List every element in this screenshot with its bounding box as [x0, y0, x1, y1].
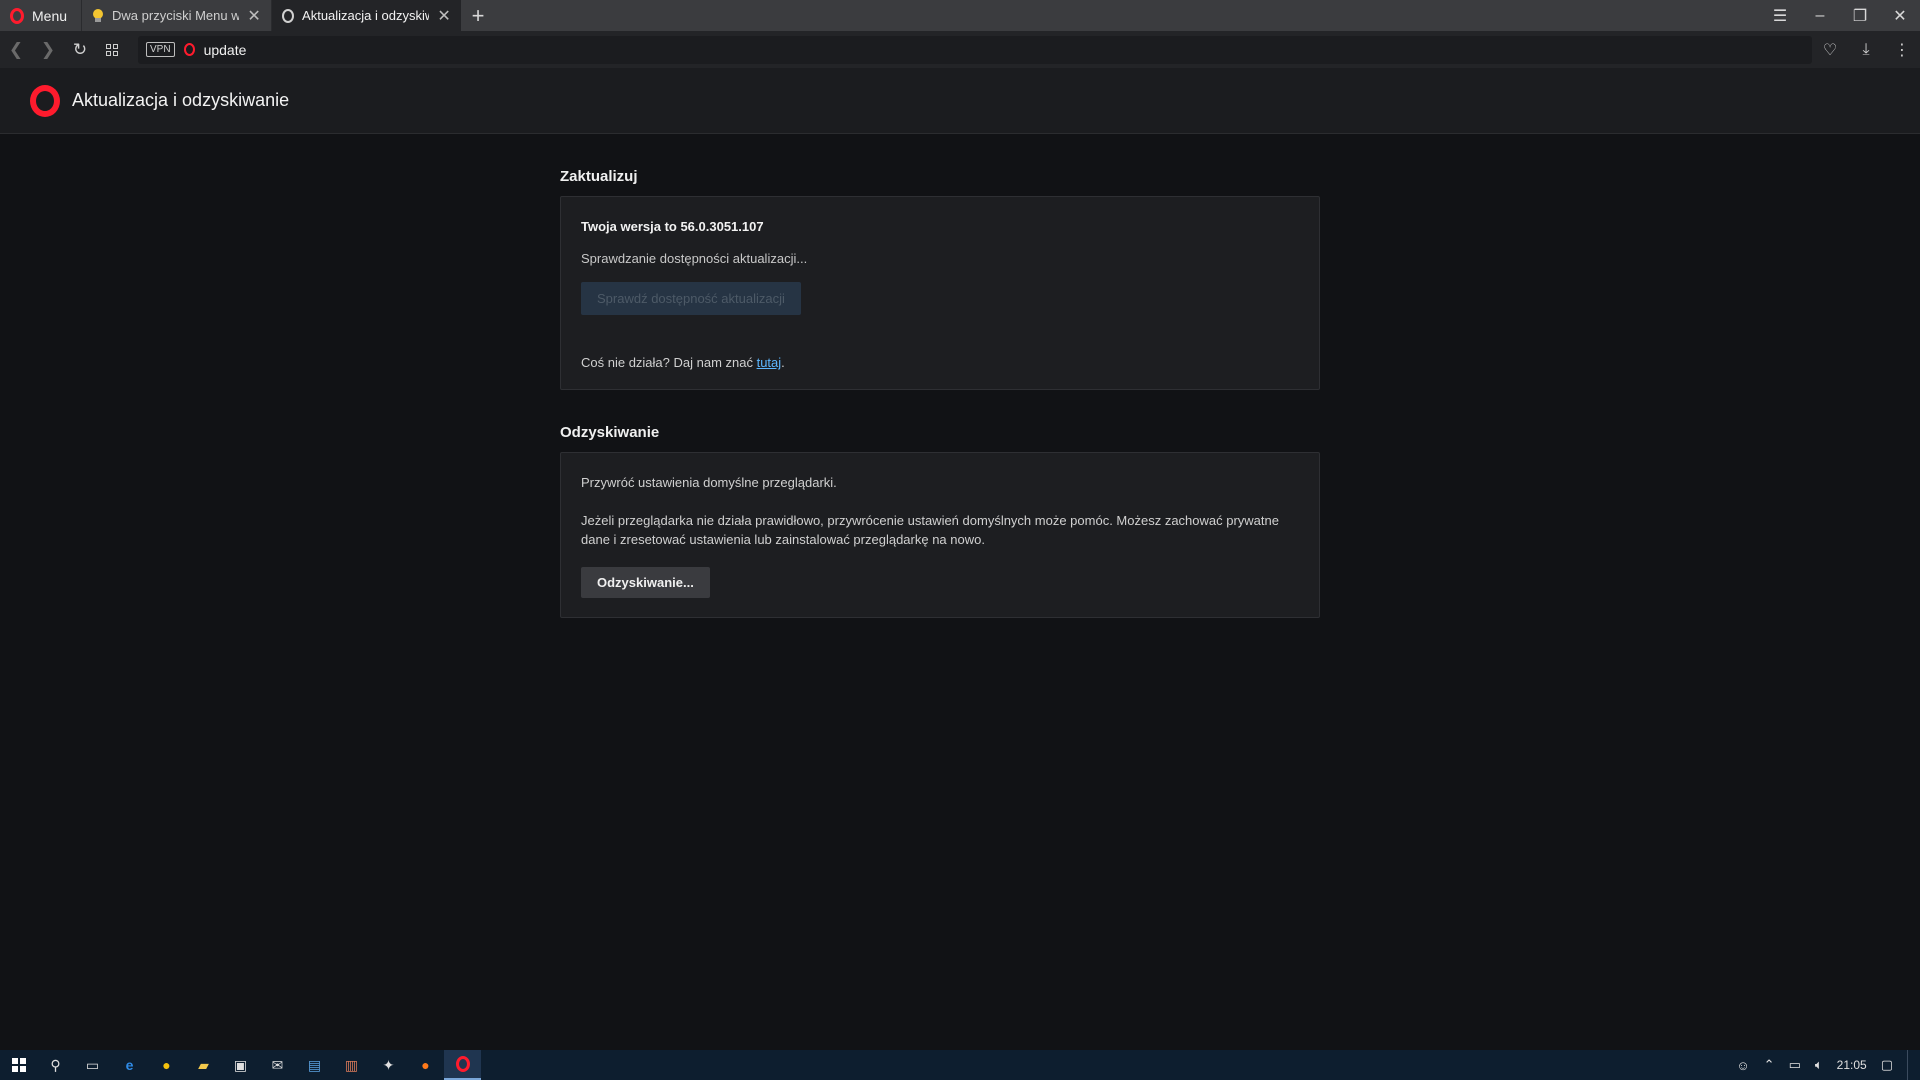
opera-menu-button[interactable]: Menu	[0, 0, 81, 31]
volume-icon[interactable]: 🔈︎	[1815, 1057, 1823, 1073]
show-desktop-button[interactable]	[1907, 1050, 1912, 1080]
bulb-icon	[92, 8, 104, 23]
feedback-suffix: .	[781, 355, 785, 370]
opera-logo-icon	[30, 84, 60, 117]
feedback-prefix: Coś nie działa? Daj nam znać	[581, 355, 757, 370]
recovery-description: Jeżeli przeglądarka nie działa prawidłow…	[581, 513, 1279, 547]
heart-icon[interactable]: ♡	[1812, 40, 1848, 60]
tab-strip: Menu Dwa przyciski Menu w prz ✕ Aktualiz…	[0, 0, 1920, 31]
page-title: Aktualizacja i odzyskiwanie	[72, 90, 290, 110]
toolbar-right: ♡ ⤓ ⋮	[1812, 40, 1920, 60]
clock[interactable]: 21:05	[1837, 1058, 1867, 1072]
opera-page-icon	[183, 43, 195, 56]
task-view-icon[interactable]: ▭	[74, 1050, 111, 1080]
file-explorer-icon[interactable]: ▰	[185, 1050, 222, 1080]
search-icon[interactable]: ⚲	[37, 1050, 74, 1080]
chrome-icon[interactable]: ●	[148, 1050, 185, 1080]
edge-icon[interactable]: e	[111, 1050, 148, 1080]
menu-label: Menu	[32, 7, 68, 24]
forward-icon[interactable]: ❯	[32, 31, 64, 68]
tab-dwa-przyciski[interactable]: Dwa przyciski Menu w prz ✕	[81, 0, 271, 31]
minimize-button[interactable]: –	[1800, 0, 1840, 31]
people-icon[interactable]: ☺	[1736, 1058, 1749, 1073]
opera-taskbar-icon[interactable]	[444, 1050, 481, 1080]
firefox-icon[interactable]: ●	[407, 1050, 444, 1080]
update-status: Sprawdzanie dostępności aktualizacji...	[581, 251, 808, 266]
feedback-link[interactable]: tutaj	[757, 355, 782, 370]
mail-icon[interactable]: ✉	[259, 1050, 296, 1080]
opera-icon	[455, 1056, 470, 1072]
recovery-card: Przywróć ustawienia domyślne przeglądark…	[560, 452, 1320, 618]
app-icon-2[interactable]: ▥	[333, 1050, 370, 1080]
tab-title: Aktualizacja i odzyskiwanie	[302, 8, 429, 23]
opera-logo-icon	[10, 7, 24, 24]
close-window-button[interactable]: ✕	[1880, 0, 1920, 31]
update-section-title: Zaktualizuj	[560, 168, 638, 185]
new-tab-button[interactable]: +	[461, 0, 495, 31]
version-text: Twoja wersja to 56.0.3051.107	[581, 219, 764, 234]
app-icon[interactable]: ▤	[296, 1050, 333, 1080]
check-updates-button[interactable]: Sprawdź dostępność aktualizacji	[581, 282, 801, 315]
reload-icon[interactable]: ↻	[64, 31, 96, 68]
tabbar-spacer	[495, 0, 1760, 31]
close-icon[interactable]: ✕	[437, 6, 451, 26]
feedback-text: Coś nie działa? Daj nam znać tutaj.	[581, 355, 1299, 370]
gamepad-icon[interactable]: ✦	[370, 1050, 407, 1080]
update-card: Twoja wersja to 56.0.3051.107 Sprawdzani…	[560, 196, 1320, 390]
start-button[interactable]	[0, 1050, 37, 1080]
tab-menu-icon[interactable]: ☰	[1760, 0, 1800, 31]
network-icon[interactable]: ▭	[1789, 1057, 1801, 1073]
system-tray: ☺ ⌃ ▭ 🔈︎ 21:05 ▢	[1736, 1050, 1920, 1080]
tab-aktualizacja[interactable]: Aktualizacja i odzyskiwanie ✕	[271, 0, 462, 31]
window-controls: ☰ – ❐ ✕	[1760, 0, 1920, 31]
download-icon[interactable]: ⤓	[1848, 41, 1884, 59]
taskbar: ⚲ ▭ e ● ▰ ▣ ✉ ▤ ▥ ✦ ● ☺ ⌃ ▭ 🔈︎ 21:05 ▢	[0, 1050, 1920, 1080]
opera-icon	[282, 8, 295, 23]
main-content: Zaktualizuj Twoja wersja to 56.0.3051.10…	[560, 134, 1320, 618]
vpn-badge[interactable]: VPN	[146, 42, 175, 57]
store-icon[interactable]: ▣	[222, 1050, 259, 1080]
more-icon[interactable]: ⋮	[1884, 40, 1920, 60]
address-toolbar: ❮ ❯ ↻ VPN update ♡ ⤓ ⋮	[0, 31, 1920, 68]
windows-icon	[11, 1058, 26, 1072]
url-input[interactable]: update	[204, 42, 247, 58]
tab-grid-icon[interactable]	[96, 31, 128, 68]
recovery-heading: Przywróć ustawienia domyślne przeglądark…	[581, 475, 837, 490]
recovery-button[interactable]: Odzyskiwanie...	[581, 567, 710, 598]
back-icon[interactable]: ❮	[0, 31, 32, 68]
close-icon[interactable]: ✕	[247, 6, 261, 26]
recovery-section-title: Odzyskiwanie	[560, 424, 660, 441]
notifications-icon[interactable]: ▢	[1881, 1057, 1893, 1073]
restore-button[interactable]: ❐	[1840, 0, 1880, 31]
tab-title: Dwa przyciski Menu w prz	[112, 8, 240, 23]
chevron-up-icon[interactable]: ⌃	[1764, 1057, 1775, 1073]
page-header: Aktualizacja i odzyskiwanie	[0, 68, 1920, 134]
address-bar[interactable]: VPN update	[138, 35, 1812, 64]
